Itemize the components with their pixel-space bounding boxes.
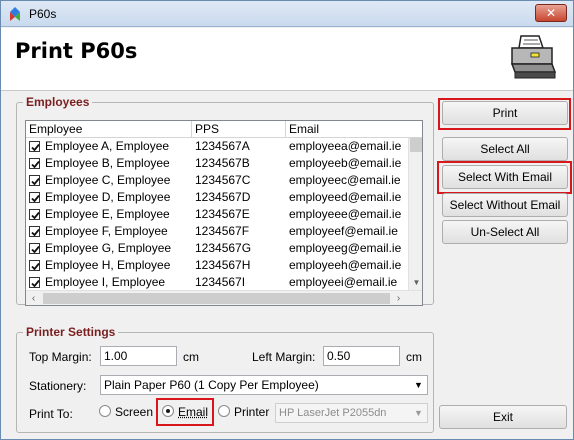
left-margin-label: Left Margin: <box>252 350 316 364</box>
page-header: Print P60s <box>1 28 573 91</box>
email-cell: employeeh@email.ie <box>289 258 402 272</box>
employees-grid[interactable]: Employee PPS Email Employee A, Employee 1… <box>25 120 423 306</box>
table-row[interactable]: Employee D, Employee 1234567D employeed@em… <box>26 189 408 206</box>
employee-name-cell: Employee H, Employee <box>45 258 171 272</box>
printer-select[interactable]: HP LaserJet P2055dn ▼ <box>275 403 428 423</box>
row-checkbox[interactable] <box>29 243 40 254</box>
exit-button[interactable]: Exit <box>439 405 567 429</box>
row-checkbox[interactable] <box>29 277 40 288</box>
printer-settings-legend: Printer Settings <box>26 325 116 339</box>
row-checkbox[interactable] <box>29 209 40 220</box>
left-margin-unit: cm <box>406 350 422 364</box>
select-with-email-highlight <box>437 161 572 194</box>
top-margin-field[interactable]: 1.00 <box>100 346 177 366</box>
grid-header: Employee PPS Email <box>26 121 422 138</box>
table-row[interactable]: Employee E, Employee 1234567E employeee@em… <box>26 206 408 223</box>
employee-name-cell: Employee C, Employee <box>45 173 171 187</box>
left-margin-field[interactable]: 0.50 <box>323 346 400 366</box>
p60s-window: P60s ✕ Print P60s Employees Employee PPS <box>0 0 574 440</box>
top-margin-label: Top Margin: <box>29 350 92 364</box>
radio-screen-label[interactable]: Screen <box>115 405 153 419</box>
window-title: P60s <box>29 7 57 21</box>
email-cell: employeeg@email.ie <box>289 241 402 255</box>
radio-screen[interactable] <box>99 405 111 417</box>
email-cell: employeei@email.ie <box>289 275 398 289</box>
pps-cell: 1234567A <box>195 139 250 153</box>
horizontal-scrollbar[interactable]: ‹ › <box>26 290 422 305</box>
employees-group: Employees Employee PPS Email Employee A,… <box>16 95 434 306</box>
employee-name-cell: Employee D, Employee <box>45 190 171 204</box>
pps-cell: 1234567E <box>195 207 250 221</box>
column-header-employee[interactable]: Employee <box>26 121 192 138</box>
row-checkbox[interactable] <box>29 158 40 169</box>
email-cell: employeed@email.ie <box>289 190 402 204</box>
column-header-pps[interactable]: PPS <box>192 121 286 138</box>
scroll-left-icon[interactable]: ‹ <box>26 291 41 305</box>
pps-cell: 1234567D <box>195 190 251 204</box>
radio-printer-label[interactable]: Printer <box>234 405 269 419</box>
employee-name-cell: Employee G, Employee <box>45 241 172 255</box>
table-row[interactable]: Employee F, Employee 1234567F employeef@em… <box>26 223 408 240</box>
close-icon: ✕ <box>545 6 557 20</box>
table-row[interactable]: Employee B, Employee 1234567B employeeb@em… <box>26 155 408 172</box>
table-row[interactable]: Employee G, Employee 1234567G employeeg@em… <box>26 240 408 257</box>
row-checkbox[interactable] <box>29 260 40 271</box>
email-option-highlight <box>156 398 214 426</box>
row-checkbox[interactable] <box>29 175 40 186</box>
title-bar: P60s ✕ <box>1 1 573 27</box>
column-header-email[interactable]: Email <box>286 121 422 138</box>
email-cell: employeeb@email.ie <box>289 156 402 170</box>
top-margin-unit: cm <box>183 350 199 364</box>
stationery-select[interactable]: Plain Paper P60 (1 Copy Per Employee) ▼ <box>100 375 428 395</box>
employee-name-cell: Employee A, Employee <box>45 139 170 153</box>
pps-cell: 1234567F <box>195 224 250 238</box>
row-checkbox[interactable] <box>29 141 40 152</box>
printer-chevron-down-icon[interactable]: ▼ <box>411 405 426 421</box>
radio-printer[interactable] <box>218 405 230 417</box>
email-cell: employeec@email.ie <box>289 173 401 187</box>
pps-cell: 1234567C <box>195 173 251 187</box>
employee-name-cell: Employee E, Employee <box>45 207 170 221</box>
employee-name-cell: Employee F, Employee <box>45 224 168 238</box>
printer-value: HP LaserJet P2055dn <box>279 407 387 419</box>
row-checkbox[interactable] <box>29 192 40 203</box>
stationery-value: Plain Paper P60 (1 Copy Per Employee) <box>104 378 319 392</box>
table-row[interactable]: Employee I, Employee 1234567I employeei@em… <box>26 274 408 290</box>
scroll-right-icon[interactable]: › <box>391 291 406 305</box>
app-icon <box>7 6 23 22</box>
print-button-highlight <box>438 98 571 130</box>
employee-name-cell: Employee B, Employee <box>45 156 170 170</box>
select-all-button[interactable]: Select All <box>442 137 568 161</box>
email-cell: employeea@email.ie <box>289 139 402 153</box>
table-row[interactable]: Employee H, Employee 1234567H employeeh@em… <box>26 257 408 274</box>
scroll-down-icon[interactable]: ▼ <box>409 276 422 290</box>
employee-name-cell: Employee I, Employee <box>45 275 166 289</box>
horizontal-scroll-thumb[interactable] <box>43 293 390 304</box>
email-cell: employeef@email.ie <box>289 224 398 238</box>
chevron-down-icon[interactable]: ▼ <box>411 377 426 393</box>
vertical-scrollbar[interactable]: ▼ <box>408 138 422 290</box>
pps-cell: 1234567I <box>195 275 246 289</box>
printer-icon <box>509 32 557 82</box>
row-checkbox[interactable] <box>29 226 40 237</box>
table-row[interactable]: Employee C, Employee 1234567C employeec@em… <box>26 172 408 189</box>
page-title: Print P60s <box>15 39 138 63</box>
close-button[interactable]: ✕ <box>535 4 567 22</box>
pps-cell: 1234567G <box>195 241 252 255</box>
pps-cell: 1234567H <box>195 258 251 272</box>
print-to-label: Print To: <box>29 407 73 421</box>
employees-legend: Employees <box>26 95 90 109</box>
pps-cell: 1234567B <box>195 156 250 170</box>
grid-body: Employee A, Employee 1234567A employeea@em… <box>26 138 408 290</box>
select-without-email-button[interactable]: Select Without Email <box>442 193 568 217</box>
unselect-all-button[interactable]: Un-Select All <box>442 220 568 244</box>
stationery-label: Stationery: <box>29 379 87 393</box>
vertical-scroll-thumb[interactable] <box>410 138 422 152</box>
table-row[interactable]: Employee A, Employee 1234567A employeea@em… <box>26 138 408 155</box>
email-cell: employeee@email.ie <box>289 207 402 221</box>
